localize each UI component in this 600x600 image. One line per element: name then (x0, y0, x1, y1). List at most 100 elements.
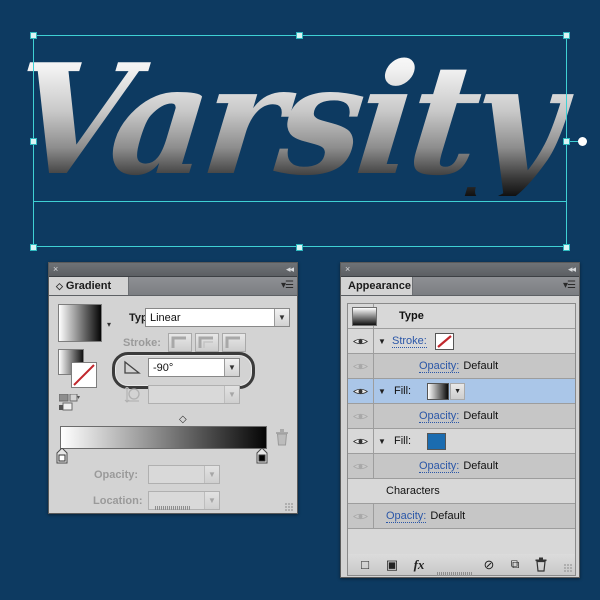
disclosure-triangle-icon[interactable]: ▼ (374, 387, 390, 396)
visibility-toggle[interactable] (348, 429, 374, 453)
panel-menu-icon[interactable]: ▾☰ (281, 280, 294, 291)
appearance-item-list[interactable]: Type ▼ Stroke: Opacity: Default ▼ Fill: … (347, 303, 576, 555)
selection-handle-bottom-center[interactable] (296, 244, 303, 251)
collapse-icon[interactable]: ◂◂ (286, 264, 294, 275)
duplicate-item-button[interactable]: ⧉ (507, 557, 523, 572)
appearance-row-label[interactable]: Fill: (394, 385, 411, 397)
visibility-toggle[interactable] (348, 454, 374, 478)
appearance-row-fill-blue-opacity[interactable]: Opacity: Default (348, 454, 575, 479)
clear-appearance-button[interactable]: ⊘ (481, 557, 497, 573)
gradient-type-select[interactable]: Linear ▼ (145, 308, 290, 327)
appearance-row-fill-gradient-opacity[interactable]: Opacity: Default (348, 404, 575, 429)
appearance-panel[interactable]: × ◂◂ Appearance ▾☰ Type ▼ Stroke: Opacit… (340, 262, 580, 578)
stroke-label: Stroke: (123, 337, 161, 349)
gradient-panel-titlebar[interactable]: × ◂◂ (49, 263, 297, 277)
chevron-down-icon[interactable]: ▼ (274, 309, 289, 326)
appearance-panel-tabbar: Appearance ▾☰ (341, 277, 579, 296)
tab-appearance[interactable]: Appearance (341, 277, 413, 295)
gradient-annotator-endpoint[interactable] (578, 137, 587, 146)
appearance-row-label[interactable]: Opacity: (419, 460, 460, 473)
fill-blue-swatch[interactable] (427, 432, 447, 450)
eye-icon (353, 388, 368, 394)
gradient-panel-tabbar: ◇ Gradient ▾☰ (49, 277, 297, 296)
eye-icon (353, 513, 368, 519)
gradient-opacity-input[interactable]: ▼ (148, 465, 220, 484)
gradient-preview-swatch[interactable] (58, 304, 102, 342)
gradient-panel-body: ▾ Type: Linear ▼ Stroke: -90° ▼ ▼ ◇ Opac… (49, 296, 297, 515)
chevron-down-icon[interactable]: ▼ (224, 359, 239, 376)
appearance-row-fill-blue[interactable]: ▼ Fill: (348, 429, 575, 454)
tab-grip-icon: ◇ (56, 280, 63, 291)
stroke-align-outside-button[interactable] (222, 333, 246, 352)
appearance-row-stroke-opacity[interactable]: Opacity: Default (348, 354, 575, 379)
stroke-align-center-button[interactable] (195, 333, 219, 352)
appearance-row-label[interactable]: Fill: (394, 435, 411, 447)
appearance-row-type[interactable]: Type (348, 304, 575, 329)
chevron-down-icon[interactable]: ▼ (204, 492, 219, 509)
gradient-panel[interactable]: × ◂◂ ◇ Gradient ▾☰ ▾ Type: Linear ▼ Stro… (48, 262, 298, 514)
stroke-none-swatch[interactable] (434, 332, 454, 350)
delete-item-button[interactable] (533, 557, 549, 572)
appearance-row-value: Default (430, 510, 466, 522)
appearance-row-characters[interactable]: Characters (348, 479, 575, 504)
selection-bounding-box (33, 35, 567, 247)
visibility-toggle[interactable] (348, 354, 374, 378)
appearance-row-label[interactable]: Opacity: (386, 510, 427, 523)
appearance-row-label[interactable]: Stroke: (392, 335, 427, 348)
panel-resize-grip[interactable] (564, 564, 573, 573)
close-icon[interactable]: × (53, 264, 58, 275)
disclosure-triangle-icon[interactable]: ▼ (374, 437, 390, 446)
gradient-stop-right[interactable] (256, 447, 268, 464)
fill-gradient-swatch[interactable] (427, 382, 450, 400)
aspect-ratio-icon (123, 386, 143, 403)
appearance-row-label[interactable]: Opacity: (419, 410, 460, 423)
gradient-swatch-dropdown-icon[interactable]: ▾ (107, 320, 111, 329)
chevron-down-icon[interactable]: ▼ (224, 386, 239, 403)
baseline-guide (33, 201, 567, 202)
panel-menu-icon[interactable]: ▾☰ (563, 280, 576, 291)
gradient-slider[interactable] (60, 426, 267, 449)
close-icon[interactable]: × (345, 264, 350, 275)
panel-resize-grip[interactable] (285, 503, 294, 512)
disclosure-triangle-icon[interactable]: ▼ (374, 337, 390, 346)
panel-scroll-grip[interactable] (155, 506, 191, 510)
visibility-toggle[interactable] (348, 379, 374, 403)
visibility-toggle[interactable] (348, 329, 374, 353)
add-new-effect-button[interactable]: fx (410, 557, 428, 573)
selection-handle-mid-left[interactable] (30, 138, 37, 145)
type-gradient-thumbnail[interactable] (352, 306, 377, 326)
stroke-within-icon (171, 336, 186, 348)
trash-icon (535, 557, 547, 572)
visibility-toggle[interactable] (348, 504, 374, 528)
eye-icon (353, 363, 368, 369)
gradient-midpoint-handle[interactable]: ◇ (179, 414, 187, 425)
selection-handle-top-right[interactable] (563, 32, 570, 39)
gradient-stop-left[interactable] (56, 447, 68, 464)
gradient-angle-input[interactable]: -90° ▼ (148, 358, 240, 377)
panel-scroll-grip[interactable] (437, 572, 473, 576)
gradient-aspect-input[interactable]: ▼ (148, 385, 240, 404)
selection-handle-mid-right[interactable] (563, 138, 570, 145)
appearance-row-stroke[interactable]: ▼ Stroke: (348, 329, 575, 354)
tab-gradient[interactable]: ◇ Gradient (49, 277, 129, 295)
delete-stop-icon[interactable] (275, 429, 289, 446)
appearance-row-fill-gradient[interactable]: ▼ Fill: ▼ (348, 379, 575, 404)
reverse-gradient-icon[interactable] (58, 393, 81, 412)
appearance-row-value: Default (463, 360, 499, 372)
add-new-fill-button[interactable]: ▣ (384, 557, 400, 573)
fill-swatch-dropdown-button[interactable]: ▼ (450, 382, 466, 400)
add-new-stroke-button[interactable]: □ (357, 557, 373, 572)
appearance-row-label[interactable]: Opacity: (419, 360, 460, 373)
appearance-panel-titlebar[interactable]: × ◂◂ (341, 263, 579, 277)
stroke-indicator-swatch[interactable] (71, 362, 97, 388)
collapse-icon[interactable]: ◂◂ (568, 264, 576, 275)
selection-handle-top-center[interactable] (296, 32, 303, 39)
visibility-toggle[interactable] (348, 404, 374, 428)
tab-appearance-label: Appearance (348, 280, 411, 292)
chevron-down-icon[interactable]: ▼ (204, 466, 219, 483)
appearance-row-characters-opacity[interactable]: Opacity: Default (348, 504, 575, 529)
stroke-align-within-button[interactable] (168, 333, 192, 352)
selection-handle-top-left[interactable] (30, 32, 37, 39)
selection-handle-bottom-left[interactable] (30, 244, 37, 251)
selection-handle-bottom-right[interactable] (563, 244, 570, 251)
